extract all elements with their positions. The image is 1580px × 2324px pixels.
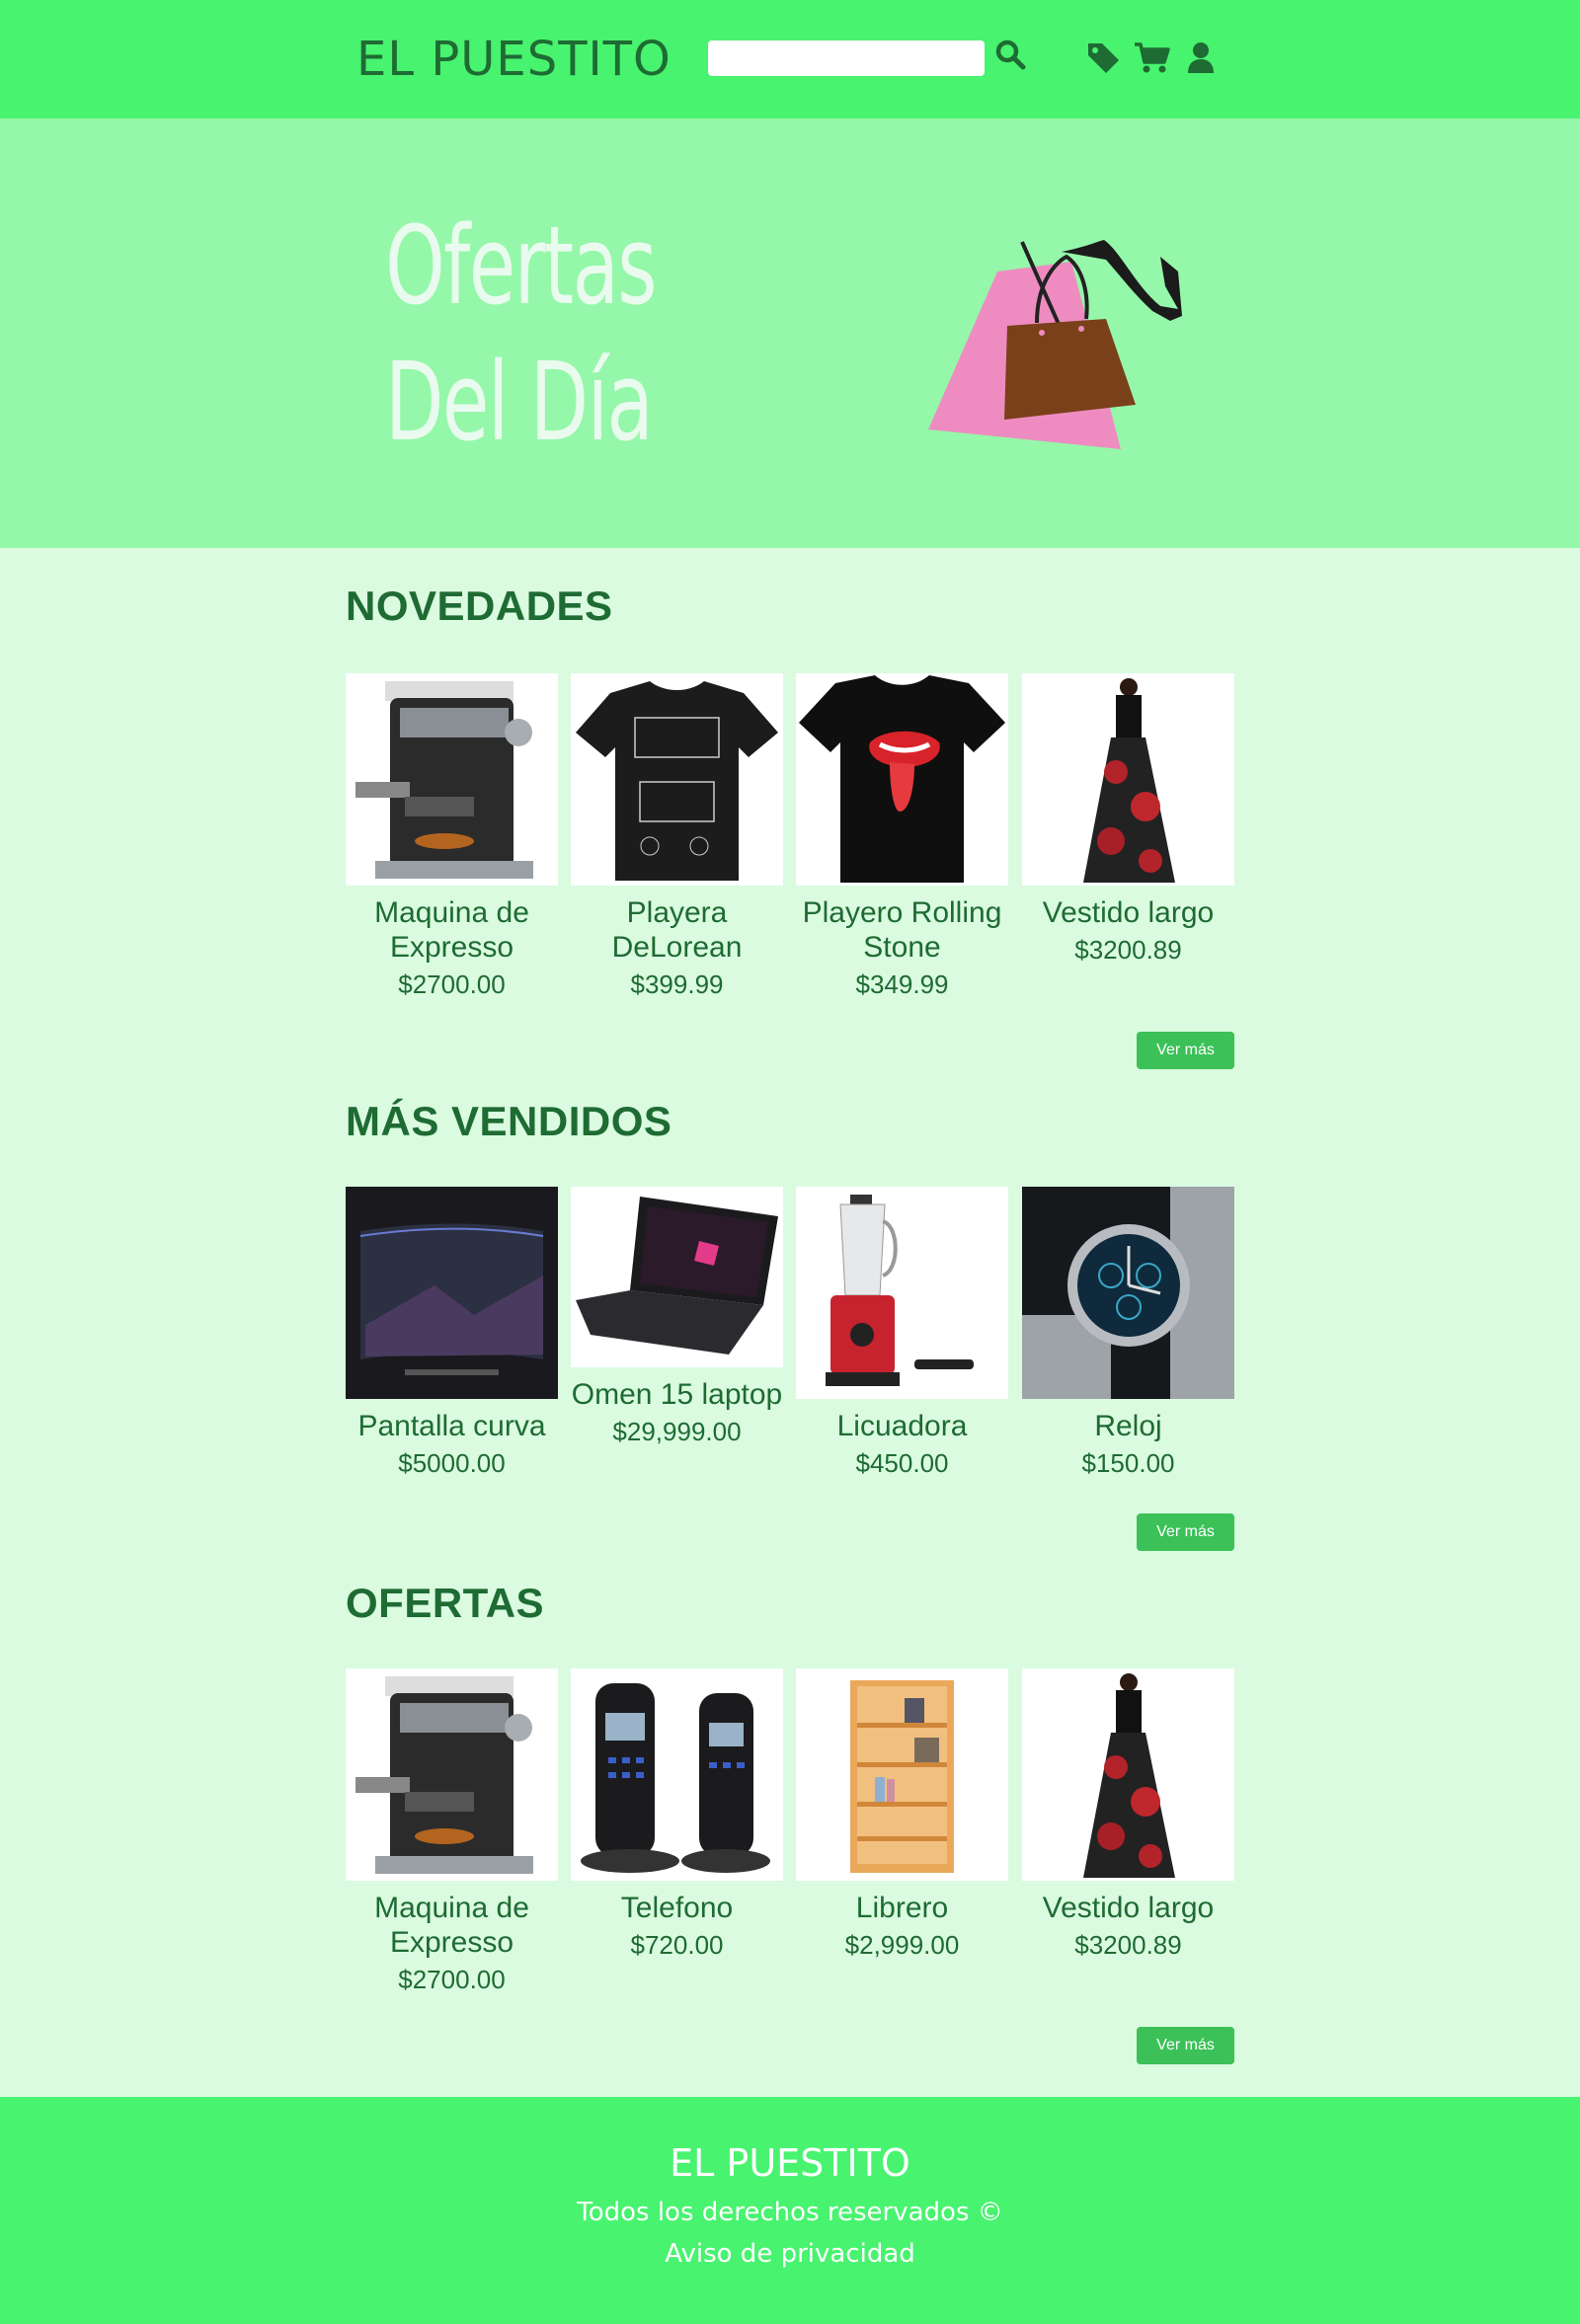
product-name[interactable]: Maquina de Expresso: [346, 895, 558, 965]
product-price: $3200.89: [1074, 1930, 1182, 1960]
product-image-espresso-machine[interactable]: [346, 673, 558, 886]
product-card[interactable]: Telefono $720.00: [571, 1668, 783, 1961]
product-price: $349.99: [855, 969, 949, 999]
product-card[interactable]: Vestido largo $3200.89: [1022, 1668, 1234, 1961]
product-name[interactable]: Librero: [796, 1891, 1008, 1925]
product-image-delorean-tshirt[interactable]: [571, 673, 783, 886]
product-card[interactable]: Pantalla curva $5000.00: [346, 1187, 558, 1479]
product-image-espresso-machine[interactable]: [346, 1668, 558, 1881]
product-card[interactable]: Reloj $150.00: [1022, 1187, 1234, 1479]
product-name[interactable]: Playero Rolling Stone: [796, 895, 1008, 965]
product-price: $720.00: [630, 1930, 724, 1960]
product-name[interactable]: Playera DeLorean: [571, 895, 783, 965]
product-image-wrist-watch[interactable]: [1022, 1187, 1234, 1399]
product-card[interactable]: Maquina de Expresso $2700.00: [346, 1668, 558, 1995]
product-card[interactable]: Omen 15 laptop $29,999.00: [571, 1187, 783, 1447]
product-name[interactable]: Maquina de Expresso: [346, 1891, 558, 1960]
section-title-mas-vendidos: MÁS VENDIDOS: [346, 1098, 672, 1144]
product-price: $3200.89: [1074, 935, 1182, 965]
product-card[interactable]: Licuadora $450.00: [796, 1187, 1008, 1479]
shopping-bags-illustration: [928, 240, 1182, 449]
product-name[interactable]: Telefono: [571, 1891, 783, 1925]
footer: EL PUESTITO Todos los derechos reservado…: [0, 2097, 1580, 2324]
hero-banner: Ofertas Del Día: [0, 118, 1580, 548]
search-icon[interactable]: [993, 38, 1029, 73]
product-price: $2,999.00: [844, 1930, 960, 1960]
product-price: $5000.00: [398, 1448, 506, 1478]
product-image-long-dress[interactable]: [1022, 1668, 1234, 1881]
product-price: $150.00: [1081, 1448, 1175, 1478]
footer-logo: EL PUESTITO: [670, 2141, 910, 2185]
ver-mas-button-novedades[interactable]: Ver más: [1137, 1032, 1234, 1069]
product-card[interactable]: Maquina de Expresso $2700.00: [346, 673, 558, 1000]
product-image-laptop[interactable]: [571, 1187, 783, 1367]
section-title-ofertas: OFERTAS: [346, 1580, 545, 1626]
ver-mas-button-ofertas[interactable]: Ver más: [1137, 2027, 1234, 2064]
product-name[interactable]: Vestido largo: [1022, 895, 1234, 930]
site-logo[interactable]: EL PUESTITO: [356, 30, 672, 89]
product-price: $2700.00: [398, 969, 506, 999]
product-card[interactable]: Vestido largo $3200.89: [1022, 673, 1234, 966]
ver-mas-button-mas-vendidos[interactable]: Ver más: [1137, 1513, 1234, 1551]
section-title-novedades: NOVEDADES: [346, 582, 613, 629]
hero-title: Ofertas Del Día: [385, 197, 786, 470]
product-row-ofertas: Maquina de Expresso $2700.00 Telefono $7…: [346, 1668, 1234, 2004]
product-price: $2700.00: [398, 1965, 506, 1994]
product-image-blender[interactable]: [796, 1187, 1008, 1399]
product-price: $29,999.00: [612, 1417, 742, 1446]
product-card[interactable]: Playera DeLorean $399.99: [571, 673, 783, 1000]
product-row-novedades: Maquina de Expresso $2700.00 Playera DeL…: [346, 673, 1234, 1009]
search-input[interactable]: [708, 40, 985, 76]
product-name[interactable]: Licuadora: [796, 1409, 1008, 1443]
product-card[interactable]: Playero Rolling Stone $349.99: [796, 673, 1008, 1000]
product-name[interactable]: Pantalla curva: [346, 1409, 558, 1443]
tag-icon[interactable]: [1085, 39, 1123, 75]
product-price: $450.00: [855, 1448, 949, 1478]
user-icon[interactable]: [1183, 39, 1219, 75]
product-name[interactable]: Vestido largo: [1022, 1891, 1234, 1925]
footer-copyright: Todos los derechos reservados ©: [577, 2198, 1003, 2227]
hero-title-line-1: Ofertas: [385, 202, 658, 329]
product-image-cordless-phone[interactable]: [571, 1668, 783, 1881]
product-name[interactable]: Reloj: [1022, 1409, 1234, 1443]
product-card[interactable]: Librero $2,999.00: [796, 1668, 1008, 1961]
product-name[interactable]: Omen 15 laptop: [571, 1377, 783, 1412]
product-image-bookshelf[interactable]: [796, 1668, 1008, 1881]
privacy-notice-link[interactable]: Aviso de privacidad: [0, 2239, 1580, 2269]
product-image-long-dress[interactable]: [1022, 673, 1234, 886]
cart-icon[interactable]: [1133, 39, 1172, 75]
hero-title-line-2: Del Día: [385, 339, 654, 465]
product-price: $399.99: [630, 969, 724, 999]
top-navbar: EL PUESTITO: [0, 0, 1580, 118]
product-image-rolling-stones-tshirt[interactable]: [796, 673, 1008, 886]
product-image-curved-tv[interactable]: [346, 1187, 558, 1399]
product-row-mas-vendidos: Pantalla curva $5000.00 Omen 15 laptop $…: [346, 1187, 1234, 1522]
